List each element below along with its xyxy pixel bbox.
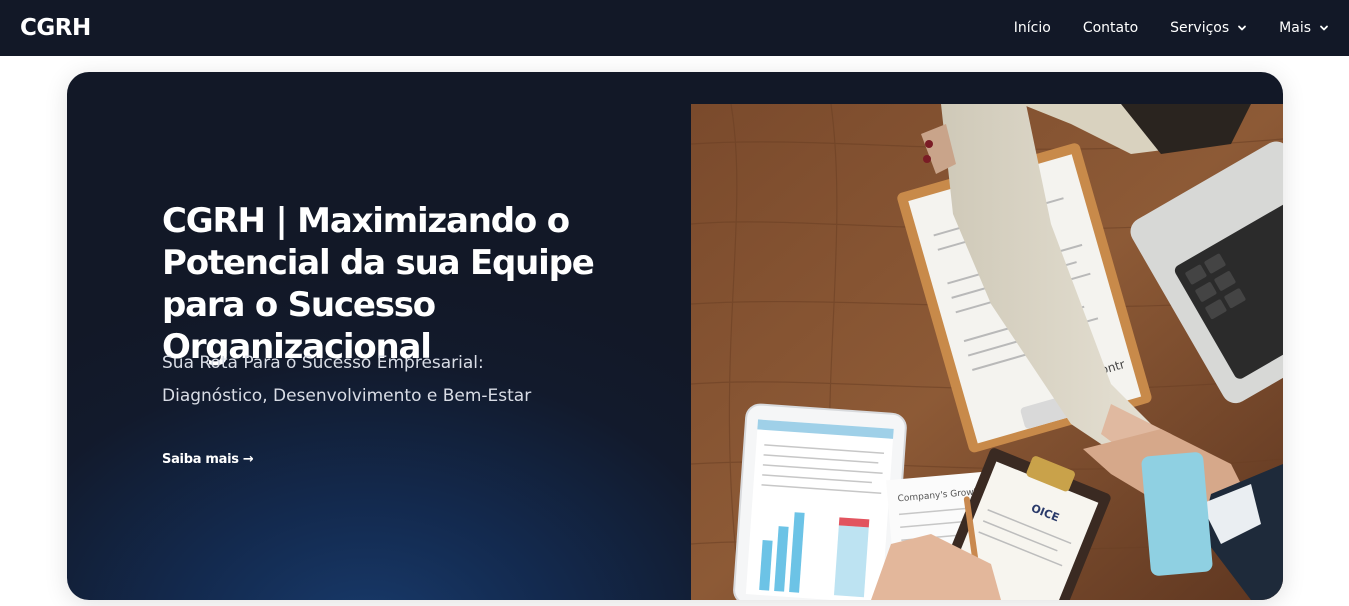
hero-image-handshake: Contr Company's Growth OICE <box>691 104 1283 600</box>
hero-subtitle: Sua Rota Para o Sucesso Empresarial: Dia… <box>162 353 532 406</box>
nav-item-contato[interactable]: Contato <box>1067 0 1154 56</box>
top-navbar: CGRH Início Contato Serviços Mais <box>0 0 1349 56</box>
main-nav: Início Contato Serviços Mais <box>998 0 1329 56</box>
nav-item-label: Início <box>1013 20 1051 36</box>
nav-item-label: Serviços <box>1170 20 1230 36</box>
nav-item-inicio[interactable]: Início <box>998 0 1067 56</box>
chevron-down-icon <box>1238 25 1247 31</box>
brand-logo[interactable]: CGRH <box>20 15 91 41</box>
hero-title: CGRH | Maximizando o Potencial da sua Eq… <box>162 201 595 367</box>
handshake-desk-illustration: Contr Company's Growth OICE <box>691 104 1283 600</box>
learn-more-link[interactable]: Saiba mais → <box>162 452 254 467</box>
nav-item-servicos[interactable]: Serviços <box>1154 0 1263 56</box>
nav-item-mais[interactable]: Mais <box>1263 0 1329 56</box>
chevron-down-icon <box>1320 25 1328 31</box>
nav-item-label: Contato <box>1082 20 1139 36</box>
nav-item-label: Mais <box>1279 20 1311 36</box>
hero-section: CGRH | Maximizando o Potencial da sua Eq… <box>67 72 1283 600</box>
